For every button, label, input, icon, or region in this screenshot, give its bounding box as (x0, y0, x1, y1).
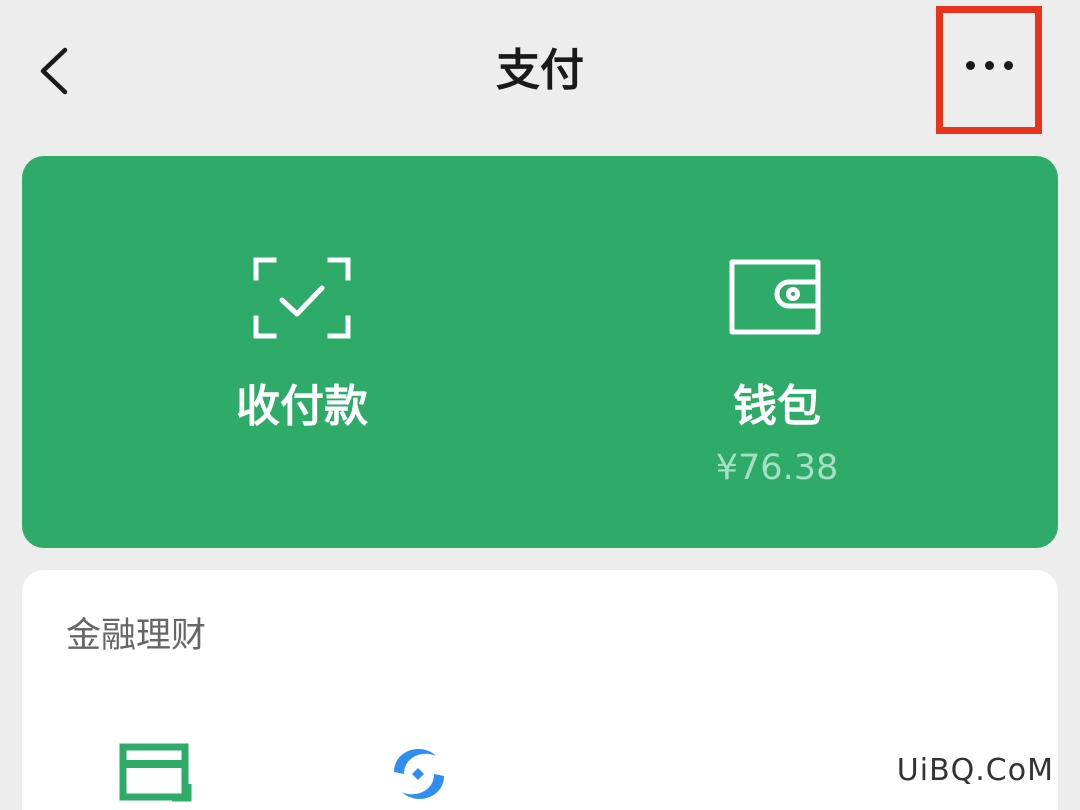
credit-card-button[interactable] (118, 742, 208, 810)
more-horizontal-icon (965, 60, 1013, 70)
section-title-finance: 金融理财 (66, 616, 207, 656)
payment-screen: 支付 收付款 钱包 ¥76.38 金融理财 UiBQ.CoM (0, 0, 1080, 810)
watermark-text: UiBQ.CoM (896, 753, 1054, 788)
receive-pay-label: 收付款 (236, 381, 368, 432)
wallet-button[interactable]: 钱包 ¥76.38 (567, 156, 987, 548)
pay-card: 收付款 钱包 ¥76.38 (22, 156, 1058, 548)
scan-check-icon (253, 257, 351, 339)
page-title: 支付 (496, 45, 584, 96)
wallet-label: 钱包 (733, 381, 821, 432)
credit-card-icon (119, 743, 192, 802)
wallet-balance: ¥76.38 (715, 448, 839, 488)
wealth-button[interactable] (374, 742, 464, 810)
wealth-icon (394, 749, 444, 799)
more-button[interactable] (936, 6, 1042, 134)
wallet-icon (729, 259, 821, 335)
receive-pay-button[interactable]: 收付款 (92, 156, 512, 548)
